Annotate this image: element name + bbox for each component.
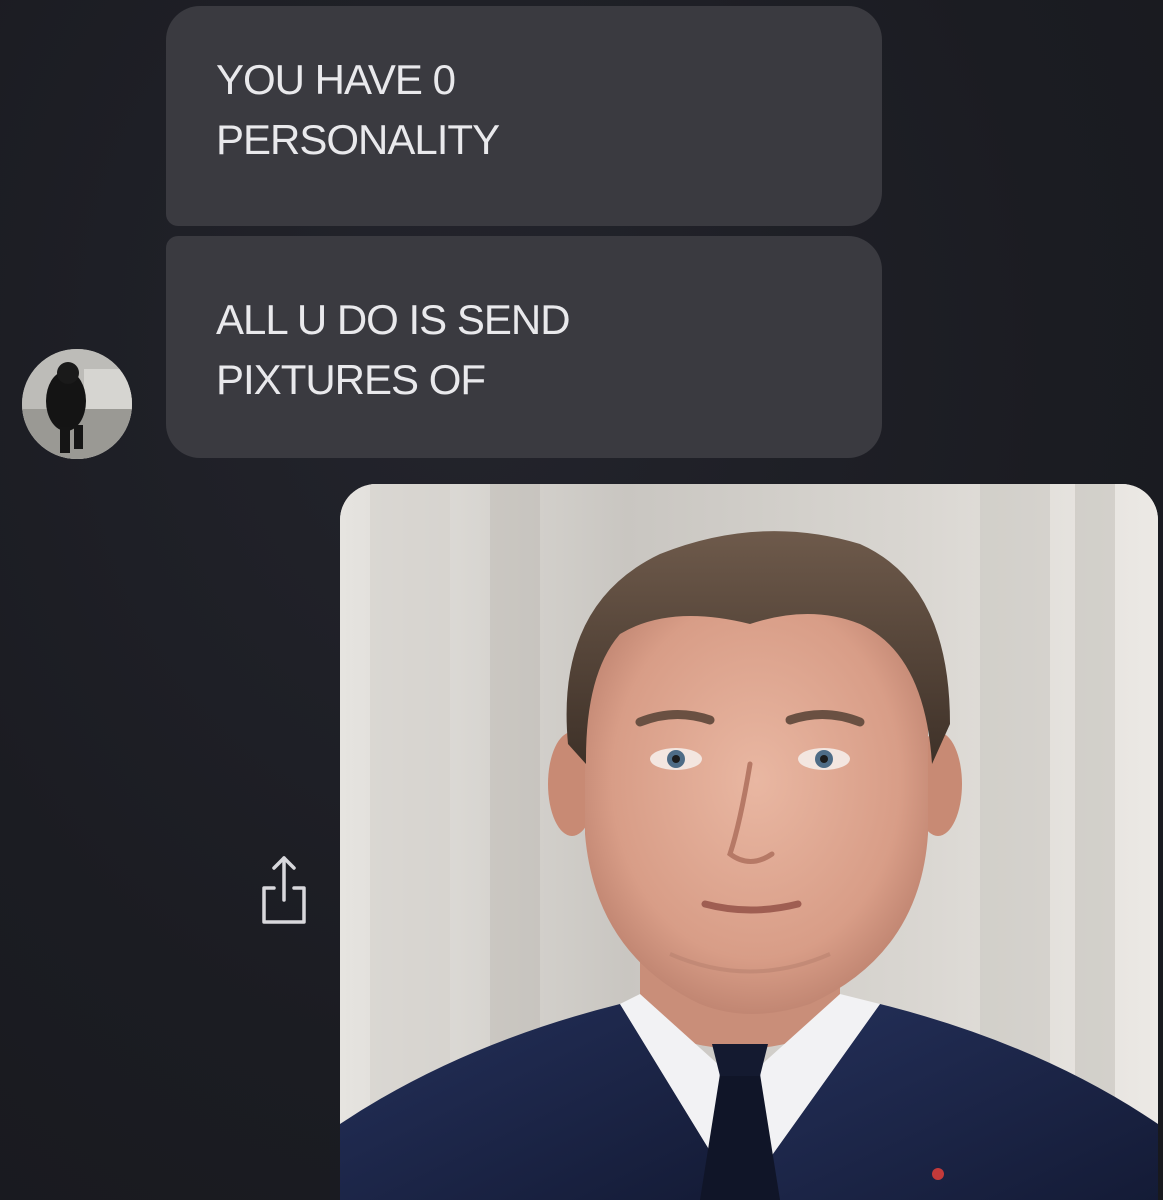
share-icon: [262, 856, 306, 924]
message-bubble[interactable]: ALL U DO IS SEND PIXTURES OF: [166, 236, 882, 458]
message-text: YOU HAVE 0 PERSONALITY: [216, 56, 500, 163]
portrait-image: [340, 484, 1158, 1200]
avatar-image: [22, 349, 132, 459]
message-text: ALL U DO IS SEND PIXTURES OF: [216, 296, 571, 403]
chat-screen: YOU HAVE 0 PERSONALITY ALL U DO IS SEND …: [0, 0, 1163, 1200]
message-bubble[interactable]: YOU HAVE 0 PERSONALITY: [166, 6, 882, 226]
share-button[interactable]: [254, 850, 314, 930]
photo-attachment[interactable]: [340, 484, 1158, 1200]
avatar[interactable]: [22, 349, 132, 459]
